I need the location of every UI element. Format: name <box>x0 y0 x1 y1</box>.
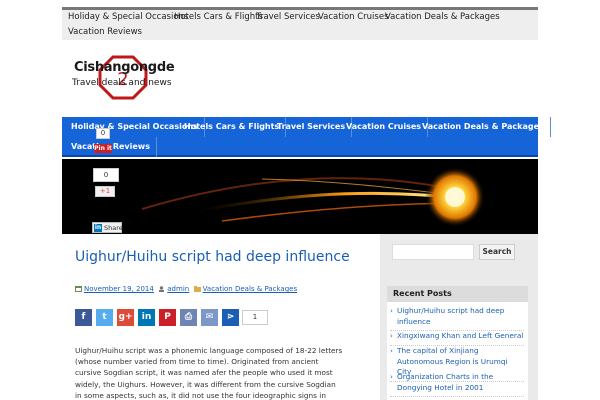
banner-image <box>62 159 538 234</box>
top-nav-travel-services[interactable]: Travel Services <box>256 12 320 22</box>
google-plus-icon[interactable]: g+ <box>117 309 134 326</box>
top-nav-cruises[interactable]: Vacation Cruises <box>318 12 389 22</box>
top-nav-holiday[interactable]: Holiday & Special Occasions <box>68 12 188 22</box>
header-banner <box>62 159 538 234</box>
share-count: 1 <box>242 310 268 325</box>
folder-icon <box>193 286 201 292</box>
post-date[interactable]: November 19, 2014 <box>84 285 154 293</box>
share-more-icon[interactable]: ⋗ <box>222 309 239 326</box>
post-author[interactable]: admin <box>167 285 189 293</box>
chevron-right-icon: › <box>390 372 393 381</box>
recent-posts-widget: Recent Posts › Uighur/Huihu script had d… <box>387 286 528 400</box>
linkedin-icon[interactable]: in <box>138 309 155 326</box>
gplus-count: 0 <box>93 168 119 182</box>
top-nav-deals[interactable]: Vacation Deals & Packages <box>385 12 500 22</box>
search-button[interactable]: Search <box>479 244 515 260</box>
linkedin-icon: in <box>94 224 102 232</box>
chevron-right-icon: › <box>390 346 393 355</box>
search-input[interactable] <box>392 244 474 260</box>
recent-posts-title: Recent Posts <box>387 286 528 302</box>
gplus-button[interactable]: +1 <box>95 186 115 197</box>
pinterest-icon[interactable]: P <box>159 309 176 326</box>
nav-hotels[interactable]: Hotels Cars & Flights <box>178 117 287 137</box>
sidebar: Search Recent Posts › Uighur/Huihu scrip… <box>380 234 538 400</box>
top-navigation: Holiday & Special Occasions Hotels Cars … <box>62 7 538 40</box>
site-tagline: Travel deals and news <box>72 78 172 88</box>
recent-post-link[interactable]: Organization Charts in the Dongying Hote… <box>397 372 493 392</box>
calendar-icon <box>75 286 82 292</box>
print-icon[interactable]: ⎙ <box>180 309 197 326</box>
chevron-right-icon: › <box>390 331 393 340</box>
nav-cruises[interactable]: Vacation Cruises <box>340 117 429 137</box>
nav-deals[interactable]: Vacation Deals & Packages <box>416 117 551 137</box>
top-nav-hotels[interactable]: Hotels Cars & Flights <box>174 12 263 22</box>
twitter-icon[interactable]: t <box>96 309 113 326</box>
site-logo[interactable]: 2 Cishangongde Travel deals and news <box>70 55 182 100</box>
recent-post-item[interactable]: › Xingxiwang Khan and Left General <box>390 331 524 346</box>
site-name: Cishangongde <box>74 60 175 75</box>
top-nav-reviews[interactable]: Vacation Reviews <box>68 27 142 37</box>
pin-count: 0 <box>96 128 110 139</box>
email-icon[interactable]: ✉ <box>201 309 218 326</box>
main-navigation: Holiday & Special Occasions Hotels Cars … <box>62 117 551 157</box>
pin-it-button[interactable]: Pin it <box>94 144 112 153</box>
recent-post-link[interactable]: Uighur/Huihu script had deep influence <box>397 306 504 326</box>
post-category[interactable]: Vacation Deals & Packages <box>203 285 297 293</box>
recent-post-link[interactable]: Xingxiwang Khan and Left General <box>397 331 523 340</box>
facebook-icon[interactable]: f <box>75 309 92 326</box>
author-icon <box>159 286 165 292</box>
linkedin-share-button[interactable]: in Share <box>92 222 123 233</box>
post-article: Uighur/Huihu script had deep influence N… <box>62 234 382 400</box>
post-meta: November 19, 2014 admin Vacation Deals &… <box>75 285 297 293</box>
chevron-right-icon: › <box>390 306 393 315</box>
post-body: Uighur/Huihu script was a phonemic langu… <box>75 346 343 400</box>
recent-post-item[interactable]: › Uighur/Huihu script had deep influence <box>390 306 524 331</box>
post-title[interactable]: Uighur/Huihu script had deep influence <box>75 249 375 265</box>
linkedin-share-label: Share <box>104 224 123 232</box>
recent-post-item[interactable]: › Organization Charts in the Dongying Ho… <box>390 372 524 397</box>
